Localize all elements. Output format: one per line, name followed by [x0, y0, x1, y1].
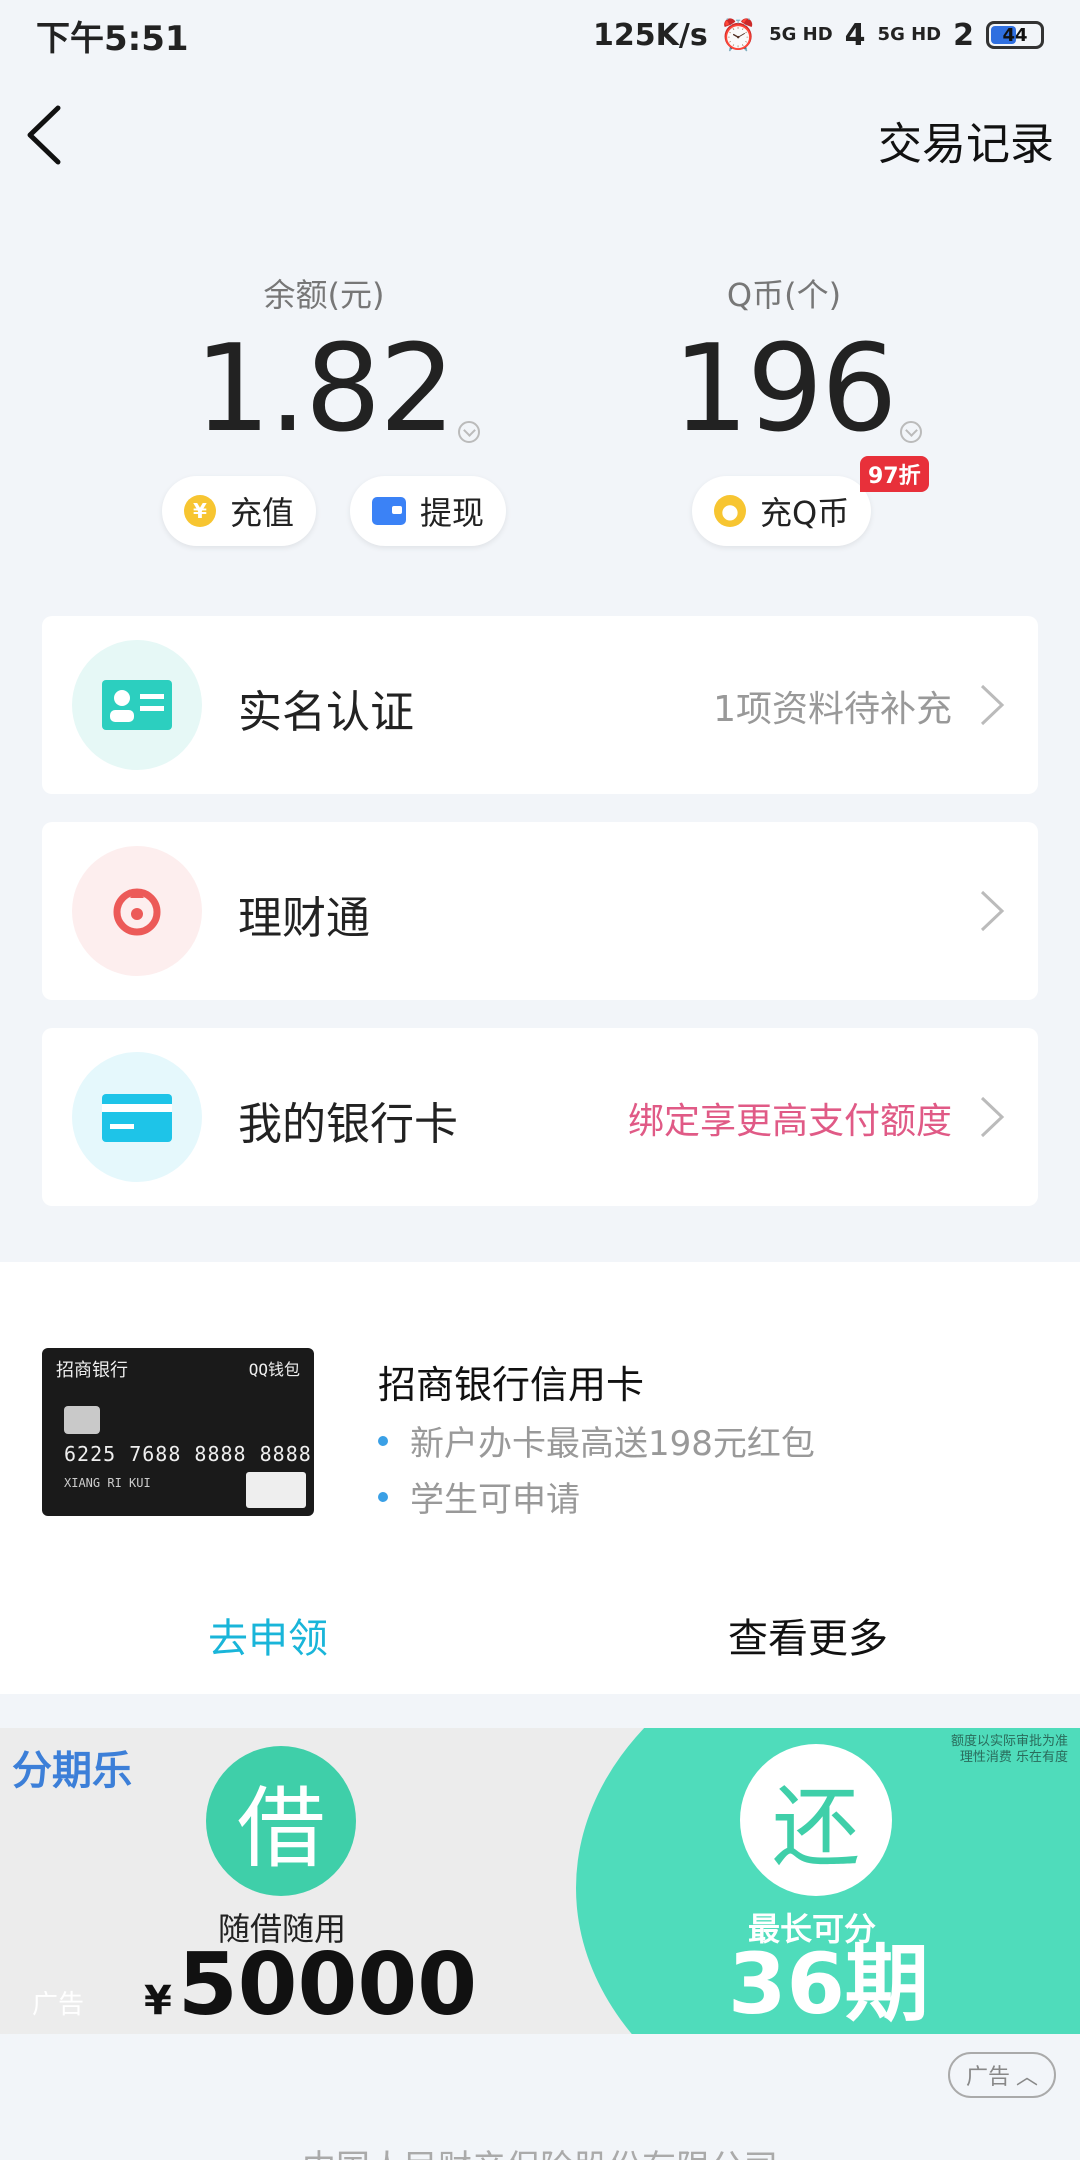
chevron-right-icon — [980, 684, 1005, 726]
qcoin-value-wrap[interactable]: 196 — [672, 320, 922, 459]
battery-icon: 44 — [986, 21, 1044, 49]
bankcard-sub: 绑定享更高支付额度 — [627, 1101, 952, 1142]
balance-section: 余额(元) 1.82 — [144, 270, 504, 459]
recharge-button[interactable]: ¥ 充值 — [162, 476, 317, 546]
id-card-icon-bg — [72, 640, 202, 770]
realname-sub: 1项资料待补充 — [713, 689, 952, 730]
ad-pill-label: 广告 — [965, 2065, 1010, 2090]
ad-amount: ¥50000 — [144, 1935, 478, 2034]
discount-badge: 97折 — [860, 456, 929, 492]
status-time: 下午5:51 — [36, 18, 189, 59]
chevron-right-icon — [980, 890, 1005, 932]
promo-title: 招商银行信用卡 — [378, 1363, 645, 1407]
sim2-slot-number: 2 — [953, 17, 974, 53]
chevron-right-icon — [980, 1096, 1005, 1138]
qcoin-section: Q币(个) 196 — [604, 270, 964, 459]
chevron-up-icon: ︿ — [1015, 2065, 1038, 2090]
footer-company: 中国人民财产保险股份有限公司 — [0, 2140, 1080, 2160]
licaitong-icon — [113, 888, 161, 936]
chevron-down-icon — [457, 421, 480, 443]
yuan-coin-icon: ¥ — [184, 495, 216, 527]
repay-icon: 还 — [740, 1744, 892, 1896]
withdraw-label: 提现 — [420, 494, 485, 532]
credit-card-image: 招商银行 QQ钱包 6225 7688 8888 8888 XIANG RI K… — [42, 1348, 314, 1516]
promo-bullet-2: 学生可申请 — [378, 1472, 580, 1521]
unionpay-logo-icon — [246, 1472, 306, 1508]
card-holder: XIANG RI KUI — [64, 1476, 151, 1490]
licaitong-title: 理财通 — [238, 893, 370, 944]
network-speed: 125K/s — [593, 17, 708, 53]
status-icons: 125K/s ⏰ 5G HD 4 5G HD 2 44 — [593, 18, 1044, 53]
card-chip-icon — [64, 1406, 100, 1434]
licaitong-icon-bg — [72, 846, 202, 976]
card-number: 6225 7688 8888 8888 — [64, 1442, 312, 1466]
ad-disclaimer: 额度以实际审批为准 理性消费 乐在有度 — [950, 1734, 1068, 1765]
balance-value-wrap[interactable]: 1.82 — [194, 320, 480, 459]
ad-toggle-button[interactable]: 广告 ︿ — [947, 2052, 1056, 2098]
id-card-icon — [102, 680, 172, 730]
qcoin-icon: ● — [714, 495, 746, 527]
bankcard-icon-bg — [72, 1052, 202, 1182]
balance-value: 1.82 — [194, 320, 455, 459]
back-arrow-icon[interactable] — [18, 100, 78, 170]
qcoin-label: Q币(个) — [726, 276, 842, 314]
ad-logo: 分期乐 — [12, 1748, 132, 1794]
sim2-signal-icon: 5G HD — [877, 24, 942, 45]
card-brand: QQ钱包 — [248, 1360, 300, 1379]
battery-level: 44 — [1002, 24, 1028, 46]
borrow-icon: 借 — [206, 1746, 356, 1896]
qcoin-value: 196 — [672, 320, 897, 459]
status-bar: 下午5:51 125K/s ⏰ 5G HD 4 5G HD 2 44 — [0, 0, 1080, 70]
apply-button[interactable]: 去申领 — [208, 1606, 328, 1664]
licaitong-card[interactable]: 理财通 — [42, 822, 1038, 1000]
header: 交易记录 — [0, 90, 1080, 180]
sim1-signal-icon: 5G HD — [769, 24, 833, 45]
view-more-button[interactable]: 查看更多 — [728, 1606, 888, 1664]
recharge-qcoin-label: 充Q币 — [760, 494, 850, 532]
chevron-down-icon — [899, 421, 922, 443]
ad-label: 广告 — [32, 1990, 85, 2020]
credit-card-promo: 招商银行 QQ钱包 6225 7688 8888 8888 XIANG RI K… — [0, 1262, 1080, 1694]
ad-periods: 36期 — [728, 1935, 929, 2033]
bankcard-title: 我的银行卡 — [238, 1099, 458, 1150]
realname-card[interactable]: 实名认证 1项资料待补充 — [42, 616, 1038, 794]
bank-card-icon — [102, 1094, 172, 1142]
promo-bullet-1: 新户办卡最高送198元红包 — [378, 1416, 815, 1465]
transactions-link[interactable]: 交易记录 — [878, 108, 1054, 172]
realname-title: 实名认证 — [238, 687, 414, 738]
sim1-slot-number: 4 — [844, 17, 866, 53]
balance-label: 余额(元) — [263, 276, 385, 314]
withdraw-button[interactable]: 提现 — [350, 476, 507, 546]
ad-banner[interactable]: 分期乐 借 随借随用 ¥50000 还 最长可分 36期 额度以实际审批为准 理… — [0, 1728, 1080, 2034]
card-bank-name: 招商银行 — [56, 1360, 128, 1381]
alarm-icon: ⏰ — [719, 17, 758, 53]
recharge-qcoin-button[interactable]: ● 充Q币 — [692, 476, 872, 546]
bankcard-card[interactable]: 我的银行卡 绑定享更高支付额度 — [42, 1028, 1038, 1206]
recharge-label: 充值 — [230, 494, 295, 532]
wallet-icon — [372, 497, 406, 525]
